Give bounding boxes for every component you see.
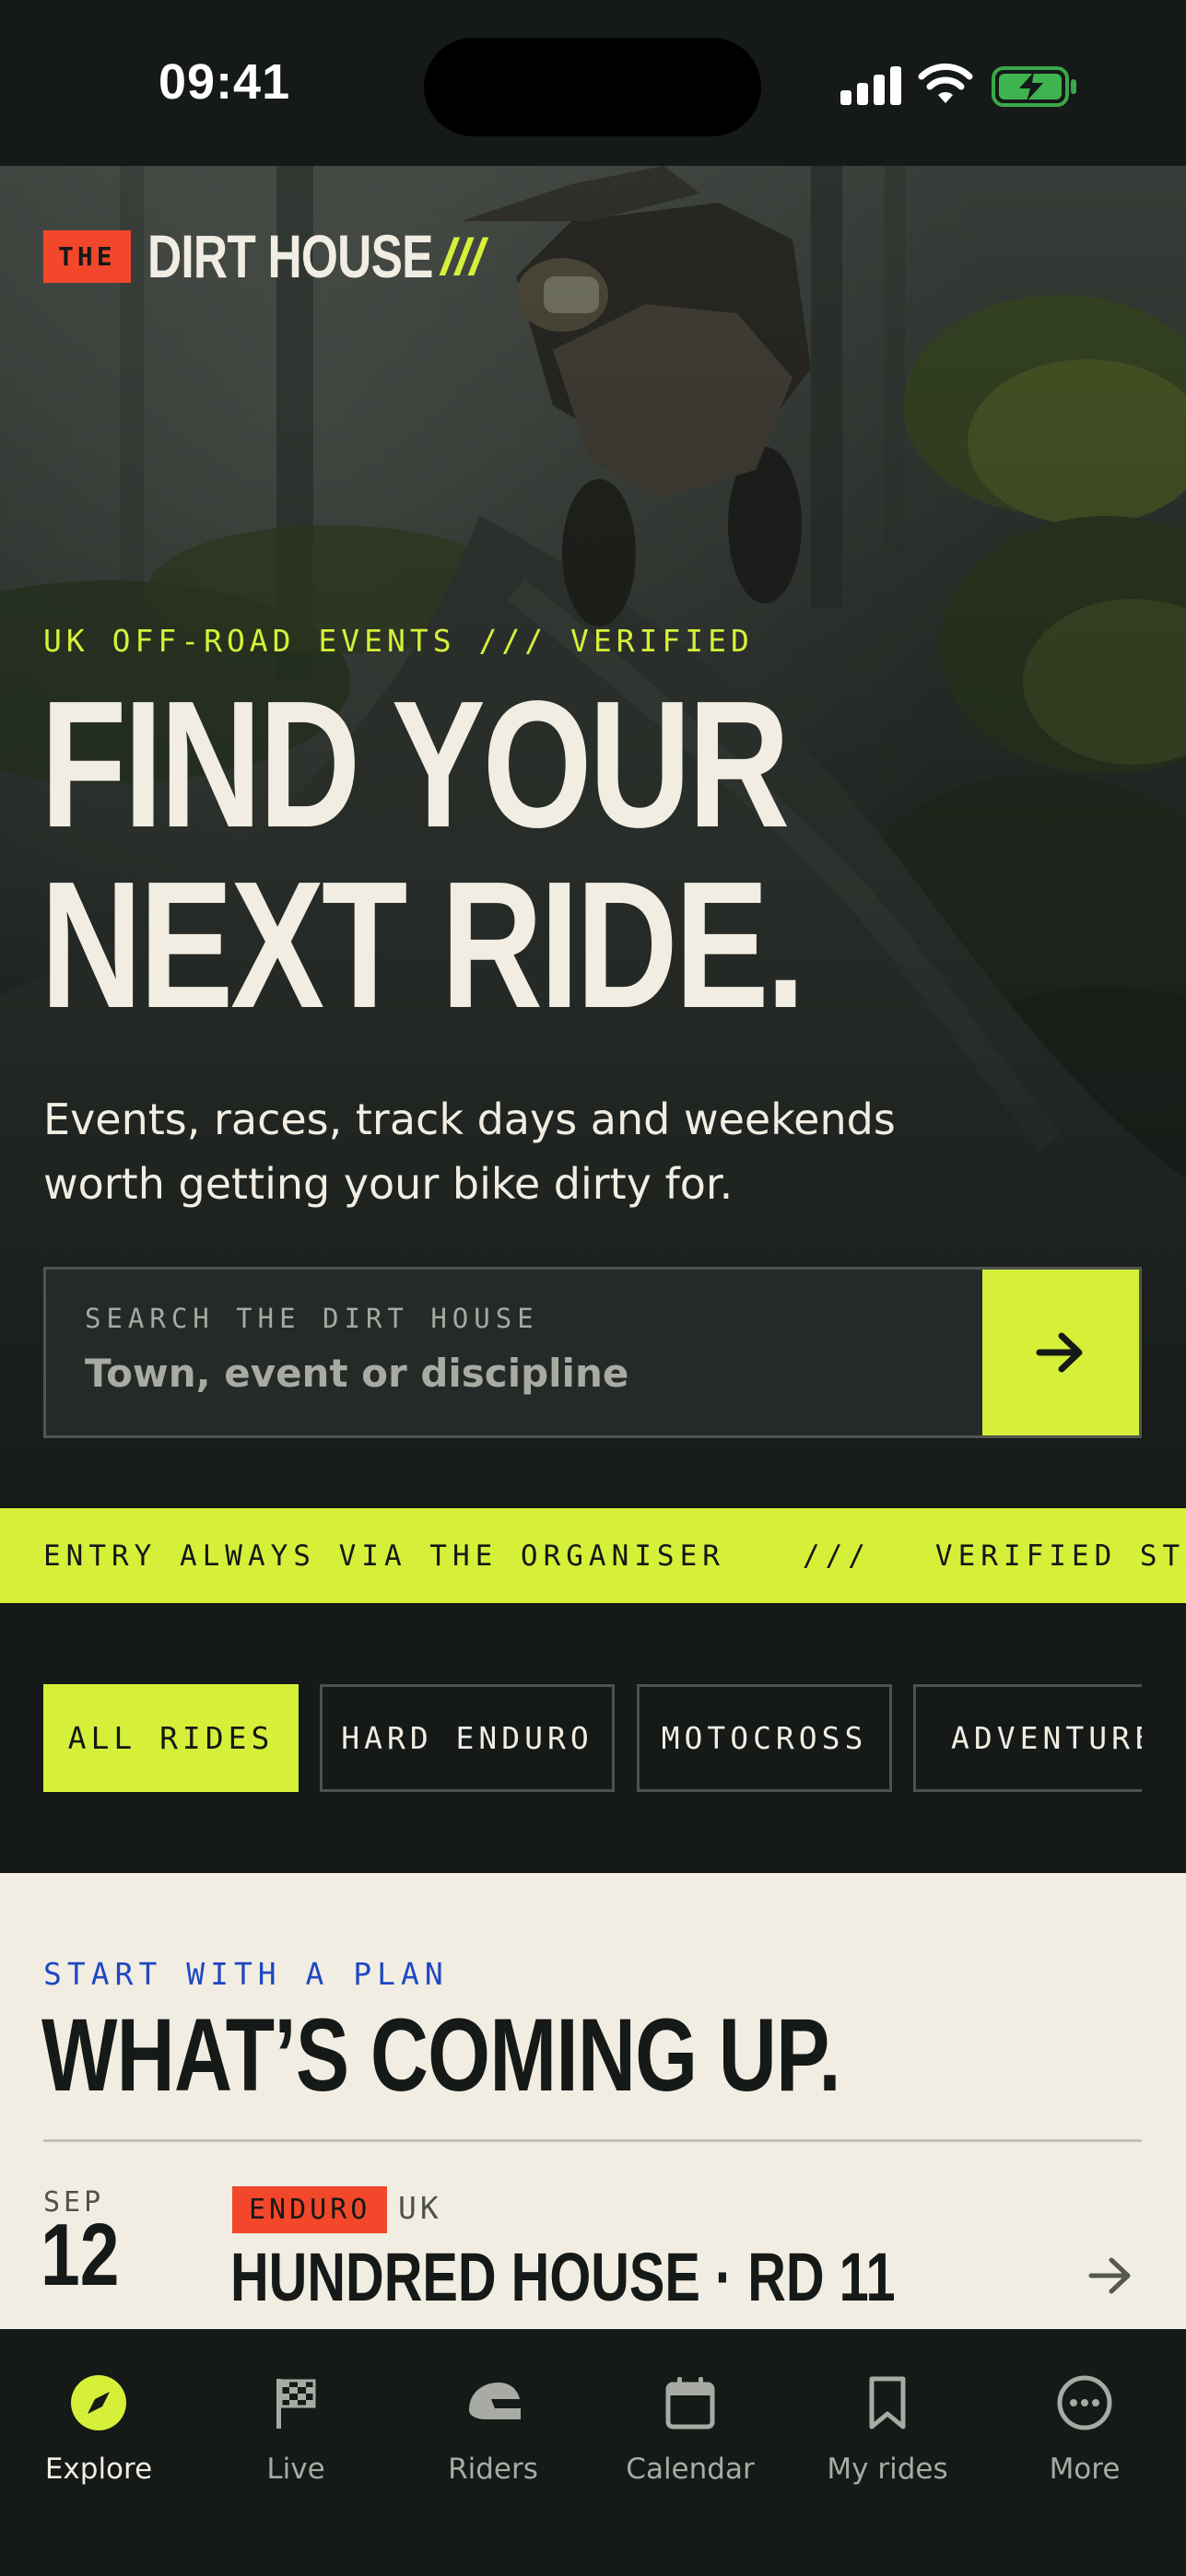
hero-headline: FIND YOUR NEXT RIDE.	[41, 674, 1017, 1036]
tab-label: Live	[266, 2453, 325, 2486]
wifi-icon	[918, 63, 973, 103]
more-icon	[1057, 2375, 1112, 2430]
ticker-separator: ///	[802, 1539, 871, 1573]
filter-chip-all-rides[interactable]: ALL RIDES	[43, 1684, 299, 1792]
upcoming-section: START WITH A PLAN WHAT’S COMING UP. SEP …	[0, 1873, 1186, 2329]
bookmark-icon	[869, 2376, 906, 2430]
status-bar: 09:41	[0, 0, 1186, 166]
dynamic-island	[424, 38, 761, 136]
arrow-right-icon	[1036, 1332, 1083, 1373]
bottom-tab-bar: Explore Live Riders Calendar My rides Mo…	[0, 2329, 1186, 2576]
brand-name: DIRT HOUSE	[147, 222, 433, 290]
section-eyebrow: START WITH A PLAN	[43, 1956, 449, 1992]
tab-live[interactable]: Live	[197, 2366, 394, 2486]
battery-charging-icon	[992, 66, 1076, 107]
search-label: SEARCH THE DIRT HOUSE	[85, 1303, 539, 1334]
hero-headline-line-2: NEXT RIDE.	[41, 844, 805, 1046]
ticker-item-verified: VERIFIED STAT…	[934, 1539, 1186, 1573]
tab-calendar[interactable]: Calendar	[592, 2366, 789, 2486]
tab-label: My rides	[827, 2453, 948, 2486]
section-title: WHAT’S COMING UP.	[41, 1997, 841, 2113]
event-discipline-tag: ENDURO	[232, 2186, 388, 2233]
hero-subtitle: Events, races, track days and weekends w…	[43, 1095, 896, 1209]
tab-riders[interactable]: Riders	[394, 2366, 592, 2486]
tab-explore[interactable]: Explore	[0, 2366, 197, 2486]
event-region: UK	[398, 2190, 442, 2226]
filter-chip-motocross[interactable]: MOTOCROSS	[637, 1684, 892, 1792]
compass-icon	[71, 2375, 126, 2430]
tab-my-rides[interactable]: My rides	[789, 2366, 986, 2486]
info-ticker: ENTRY ALWAYS VIA THE ORGANISER /// VERIF…	[0, 1508, 1186, 1603]
brand-the-badge: THE	[43, 229, 131, 283]
brand-logo[interactable]: THE DIRT HOUSE ///	[43, 221, 484, 291]
filter-chips: ALL RIDES HARD ENDURO MOTOCROSS ADVENTUR…	[0, 1603, 1186, 1873]
tab-label: Explore	[44, 2453, 153, 2486]
search-submit-button[interactable]	[982, 1270, 1139, 1435]
search-box[interactable]: SEARCH THE DIRT HOUSE Town, event or dis…	[43, 1267, 1142, 1438]
divider	[43, 2139, 1142, 2142]
tab-label: Calendar	[626, 2453, 755, 2486]
checkered-flag-icon	[276, 2379, 316, 2429]
hero-section: THE DIRT HOUSE /// UK OFF-ROAD EVENTS //…	[0, 166, 1186, 1508]
brand-slashes: ///	[440, 227, 485, 286]
filter-chip-adventure[interactable]: ADVENTURE	[913, 1684, 1142, 1792]
tab-more[interactable]: More	[986, 2366, 1183, 2486]
helmet-icon	[469, 2383, 521, 2419]
event-arrow-icon[interactable]	[1087, 2255, 1133, 2296]
tab-label: Riders	[448, 2453, 538, 2486]
calendar-icon	[665, 2377, 715, 2430]
ticker-item-entry: ENTRY ALWAYS VIA THE ORGANISER	[43, 1539, 725, 1573]
event-title: HUNDRED HOUSE · RD 11	[230, 2239, 896, 2315]
cellular-signal-icon	[840, 66, 901, 105]
hero-headline-line-1: FIND YOUR	[41, 663, 790, 865]
status-time: 09:41	[159, 54, 291, 110]
search-input[interactable]: Town, event or discipline	[85, 1351, 628, 1396]
event-day: 12	[41, 2206, 120, 2304]
tab-label: More	[1049, 2453, 1121, 2486]
filter-chip-hard-enduro[interactable]: HARD ENDURO	[320, 1684, 615, 1792]
hero-eyebrow: UK OFF-ROAD EVENTS /// VERIFIED	[43, 623, 754, 659]
